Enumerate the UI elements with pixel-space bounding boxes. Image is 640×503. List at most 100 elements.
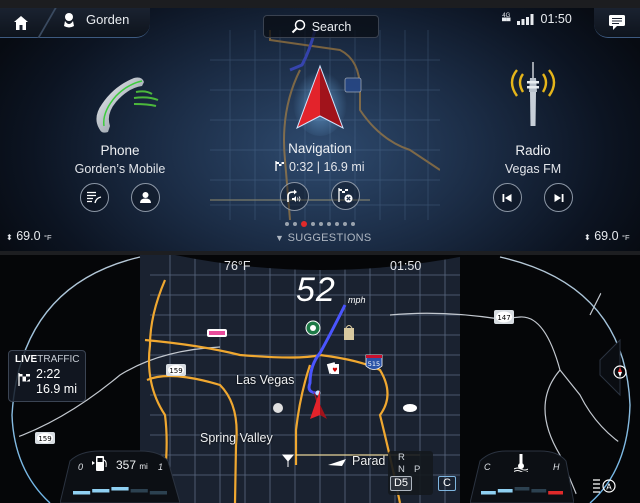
skip-back-icon (502, 193, 512, 202)
cluster-clock: 01:50 (390, 259, 422, 273)
dunkin-poi-icon[interactable] (207, 329, 227, 337)
user-pin-icon (64, 13, 74, 28)
fuel-range: 357 mi (116, 458, 148, 472)
page-dot[interactable] (351, 222, 355, 226)
user-name[interactable]: Gorden (86, 12, 129, 27)
gauge-segment (73, 491, 91, 495)
route-159-shield-top: 159 (166, 364, 186, 376)
cancel-destination-icon (338, 188, 353, 203)
fuel-full-label: 1 (158, 462, 164, 472)
phone-handset-icon (96, 77, 159, 133)
destination-flag-icon (18, 373, 30, 386)
map-label-spring-valley: Spring Valley (200, 431, 273, 445)
page-dot[interactable] (343, 222, 347, 226)
live-traffic-panel[interactable]: LIVETRAFFIC 2:22 16.9 mi (8, 350, 86, 402)
radio-tower-icon (510, 62, 556, 126)
gauge-segment (92, 489, 110, 493)
lane-assist-icon[interactable]: A (593, 479, 616, 493)
gear-r: R (398, 452, 405, 463)
temp-adjust-icon: ⬍ (584, 233, 591, 242)
radio-title: Radio (515, 143, 551, 158)
previous-station-button[interactable] (492, 183, 522, 212)
starbucks-poi-icon[interactable] (305, 320, 321, 336)
page-dot[interactable] (327, 222, 331, 226)
coolant-cold-label: C (484, 462, 491, 472)
page-indicator (285, 221, 355, 227)
gauge-segment (497, 489, 513, 493)
right-temperature[interactable]: ⬍ 69.0 °F (584, 229, 630, 243)
skip-forward-icon (554, 193, 564, 202)
page-dot-active[interactable] (301, 221, 307, 227)
navigation-eta: 0:32 | 16.9 mi (240, 160, 400, 174)
outside-temperature: 76°F (224, 259, 251, 273)
contacts-button[interactable] (131, 183, 161, 212)
next-station-button[interactable] (544, 183, 574, 212)
radio-station-name: Vegas FM (504, 162, 562, 176)
speed-unit: mph (348, 295, 366, 305)
svg-text:♥: ♥ (332, 367, 337, 374)
interstate-515-shield: 515 (365, 354, 383, 370)
suggestions-toggle[interactable]: ▼ SUGGESTIONS (275, 232, 372, 244)
head-unit-screen: Gorden Search 4G ▀▀ 01:50 Phone Gorden’s … (0, 0, 640, 251)
status-bar: 4G ▀▀ 01:50 (502, 12, 572, 26)
gauge-segment (149, 491, 167, 495)
gauge-segment (111, 487, 129, 491)
gear-p: P (414, 464, 421, 475)
page-dot[interactable] (285, 222, 289, 226)
gauge-segment (548, 491, 563, 495)
phone-title: Phone (100, 143, 140, 158)
page-dot[interactable] (293, 222, 297, 226)
live-traffic-eta: 2:22 (36, 367, 61, 381)
messages-button[interactable] (594, 8, 640, 38)
route-147-shield: 147 (494, 310, 514, 324)
map-label-paradise: Parad (352, 454, 386, 468)
navigation-arrow-icon (293, 64, 347, 136)
phone-device-name: Gorden’s Mobile (74, 162, 166, 176)
signal-strength-icon (516, 13, 534, 25)
compass-icon[interactable] (599, 338, 627, 397)
navigation-tile[interactable]: Navigation 0:32 | 16.9 mi (240, 62, 400, 211)
search-button[interactable]: Search (263, 15, 379, 38)
aquarium-poi-icon[interactable] (403, 404, 417, 412)
chevron-down-icon: ▼ (275, 233, 285, 243)
network-type: 4G ▀▀ (502, 13, 511, 25)
home-icon (14, 16, 28, 30)
coolant-temperature-icon (514, 454, 528, 472)
page-dot[interactable] (335, 222, 339, 226)
fuel-pump-icon (92, 456, 107, 471)
drive-mode[interactable]: C (438, 476, 456, 491)
page-dot[interactable] (319, 222, 323, 226)
gauge-segment (531, 489, 547, 493)
gauge-segment (514, 487, 530, 491)
search-label: Search (311, 19, 352, 34)
navigation-title: Navigation (288, 141, 352, 156)
svg-text:147: 147 (497, 314, 510, 322)
home-button[interactable] (8, 12, 34, 34)
radio-tile[interactable]: Radio Vegas FM (453, 62, 613, 212)
attraction-poi-icon[interactable] (273, 403, 283, 413)
route-159-shield-bottom: 159 (35, 432, 55, 444)
call-list-icon (86, 191, 101, 204)
top-bezel (0, 0, 640, 8)
live-traffic-title: LIVETRAFFIC (15, 354, 80, 365)
phone-tile[interactable]: Phone Gorden’s Mobile (40, 68, 200, 212)
call-list-button[interactable] (79, 183, 109, 212)
left-temperature[interactable]: ⬍ 69.0 °F (6, 229, 52, 243)
voice-guidance-button[interactable] (279, 181, 309, 211)
instrument-cluster: ♥ 515 159 159 147 A 76°F 01:50 52 mph La… (0, 255, 640, 503)
clock: 01:50 (540, 12, 572, 26)
svg-text:159: 159 (38, 435, 51, 443)
user-profile-button[interactable] (62, 12, 76, 35)
map-label-las-vegas: Las Vegas (236, 373, 295, 387)
search-icon (291, 19, 305, 34)
cancel-route-button[interactable] (331, 181, 361, 210)
gear-n: N (398, 464, 405, 475)
fuel-empty-label: 0 (78, 462, 84, 472)
temp-adjust-icon: ⬍ (6, 233, 13, 242)
message-icon (609, 15, 625, 30)
contact-icon (140, 192, 152, 203)
svg-text:159: 159 (169, 367, 182, 375)
svg-text:A: A (606, 483, 612, 492)
page-dot[interactable] (311, 222, 315, 226)
active-gear: D5 (390, 476, 412, 491)
